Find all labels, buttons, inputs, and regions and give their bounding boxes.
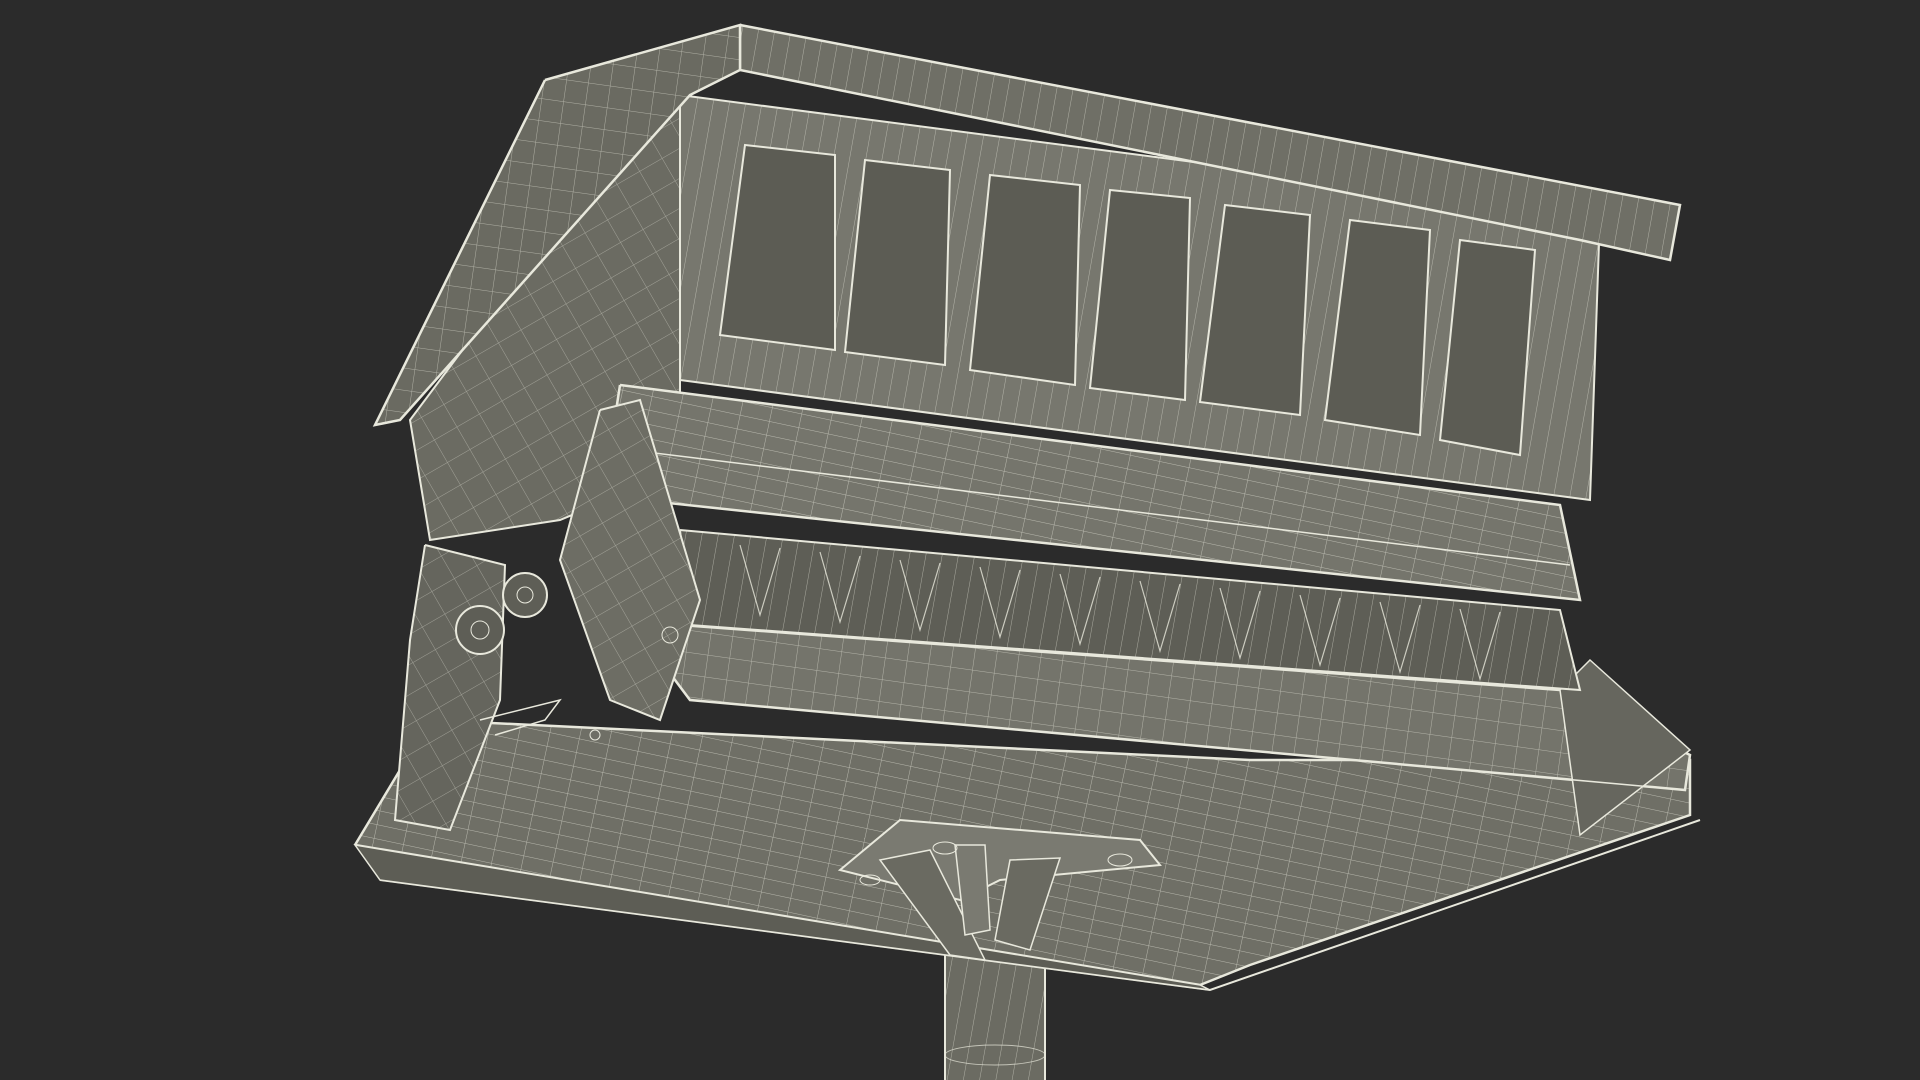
feeder-wireframe-render: [0, 0, 1920, 1080]
render-viewport: [0, 0, 1920, 1080]
